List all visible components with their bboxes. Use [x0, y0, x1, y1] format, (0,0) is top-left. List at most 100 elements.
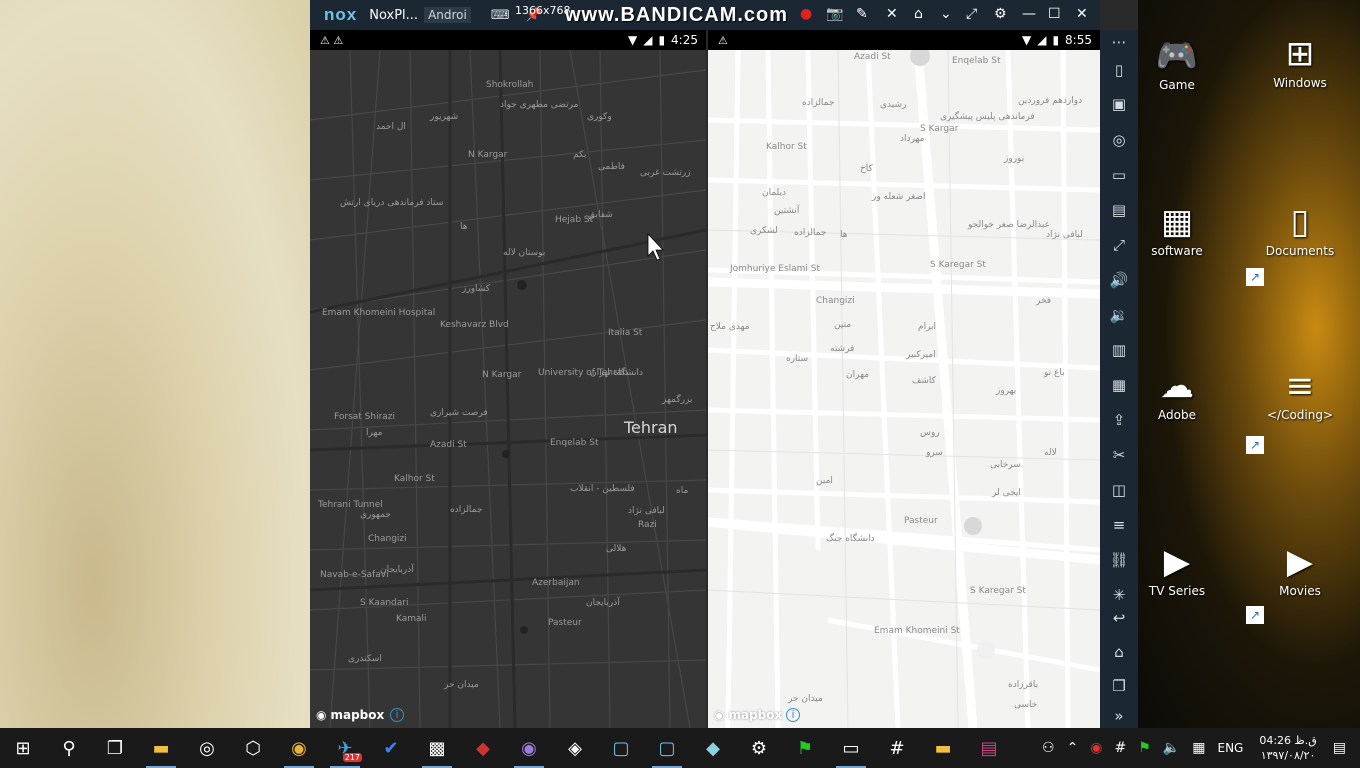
- network-icon[interactable]: ▦: [1192, 740, 1205, 756]
- street-label: ال احمد: [376, 122, 406, 132]
- scissors-icon[interactable]: ✂: [1109, 445, 1129, 465]
- mongodb-icon[interactable]: ◈: [552, 728, 598, 768]
- street-label: Tehrani Tunnel: [318, 500, 383, 510]
- desktop-icon-tv-series[interactable]: ▶ TV Series: [1137, 540, 1217, 598]
- info-icon[interactable]: i: [390, 708, 404, 722]
- street-label: S Kargar: [920, 124, 959, 134]
- phone-dark-map[interactable]: ⚠ ⚠ ▼ ◢ ▮ 4:25 Tehran ◉ mapbox i Shokroll…: [310, 30, 706, 728]
- mapbox-logo: ◉ mapbox: [714, 708, 782, 722]
- clock-time: 04:26 ق.ظ: [1259, 734, 1317, 747]
- desktop-icon-adobe[interactable]: ☁ Adobe: [1137, 364, 1217, 422]
- desktop-icon-software[interactable]: ▦ software: [1137, 200, 1217, 258]
- street-label: باقرزاده: [1008, 680, 1039, 690]
- nox-multi-icon[interactable]: ▢: [598, 728, 644, 768]
- telegram-icon[interactable]: ✈ 217: [322, 728, 368, 768]
- expand-icon[interactable]: »: [1109, 706, 1129, 726]
- link-icon[interactable]: ⛓: [1109, 550, 1129, 570]
- info-icon[interactable]: i: [786, 708, 800, 722]
- volume-icon[interactable]: 🔈: [1163, 740, 1180, 756]
- home-icon[interactable]: ⌂: [1109, 642, 1129, 662]
- dark-map-canvas[interactable]: [310, 50, 706, 728]
- gear-icon[interactable]: ⚙: [994, 6, 1007, 22]
- close-capture-icon[interactable]: ✕: [886, 6, 898, 22]
- install-icon[interactable]: ⇪: [1109, 410, 1129, 430]
- street-label: Jomhuriye Eslami St: [730, 264, 821, 274]
- webstorm-icon[interactable]: ▩: [414, 728, 460, 768]
- phone-light-map[interactable]: ⚠ ▼ ◢ ▮ 8:55 ◉ mapbox i Azadi St Enqelab S…: [708, 30, 1100, 728]
- signal-icon: ◢: [643, 33, 653, 47]
- terminal-icon[interactable]: ▭: [828, 728, 874, 768]
- search-icon[interactable]: ⚲: [46, 728, 92, 768]
- fullscreen-icon[interactable]: ⤢: [1109, 235, 1129, 255]
- macro-icon[interactable]: ▦: [1109, 375, 1129, 395]
- street-label: Pasteur: [548, 618, 582, 628]
- phone-icon[interactable]: ▯: [1109, 60, 1129, 80]
- back-icon[interactable]: ↩: [1109, 608, 1129, 628]
- obs-icon[interactable]: ◎: [184, 728, 230, 768]
- nox-icon[interactable]: ▢: [644, 728, 690, 768]
- more-icon[interactable]: ⋯: [1109, 32, 1129, 52]
- screen-icon[interactable]: ▭: [1109, 165, 1129, 185]
- pencil-icon[interactable]: ✎: [856, 6, 868, 22]
- record-icon[interactable]: ●: [800, 6, 812, 22]
- street-label: بوستان لاله: [503, 248, 546, 258]
- slack-icon[interactable]: #: [874, 728, 920, 768]
- slack-tray-icon[interactable]: #: [1115, 740, 1127, 756]
- apk-icon[interactable]: ▤: [1109, 200, 1129, 220]
- language-indicator[interactable]: ENG: [1217, 741, 1243, 755]
- street-label: کشاورز: [462, 284, 491, 294]
- github-desktop-icon[interactable]: ◉: [506, 728, 552, 768]
- toolbox-icon[interactable]: ▥: [1109, 340, 1129, 360]
- desktop-icon-game[interactable]: 🎮 Game: [1137, 34, 1217, 92]
- notification-icon[interactable]: ▤: [1333, 740, 1346, 756]
- street-label: ابرام: [918, 322, 937, 332]
- chevron-down-icon[interactable]: ⌄: [940, 6, 952, 22]
- fullscreen-icon[interactable]: ⤢: [966, 6, 977, 22]
- volume-up-icon[interactable]: 🔊: [1109, 270, 1129, 290]
- street-label: Keshavarz Blvd: [440, 320, 509, 330]
- street-label: فرماندهی پلیس پیشگیری: [940, 112, 1035, 122]
- multi-window-icon[interactable]: ◫: [1109, 480, 1129, 500]
- todo-icon[interactable]: ✔: [368, 728, 414, 768]
- maximize-button[interactable]: ☐: [1048, 6, 1061, 22]
- volume-down-icon[interactable]: 🔉: [1109, 305, 1129, 325]
- street-label: مرتضی مطهری جواد: [500, 100, 579, 110]
- desktop-icon-documents[interactable]: ▯ Documents: [1260, 200, 1340, 258]
- recent-apps-icon[interactable]: ❐: [1109, 676, 1129, 696]
- robot-icon[interactable]: ▣: [1109, 94, 1129, 114]
- winrar-icon[interactable]: ▤: [966, 728, 1012, 768]
- flag-tray-icon[interactable]: ⚑: [1138, 740, 1151, 756]
- street-label: جمالزاده: [794, 228, 827, 238]
- folder-icon[interactable]: ▬: [920, 728, 966, 768]
- street-label: Azerbaijan: [532, 578, 580, 588]
- app-icon[interactable]: ⬡: [230, 728, 276, 768]
- desktop-icon-movies[interactable]: ▶ Movies: [1260, 540, 1340, 598]
- close-button[interactable]: ✕: [1076, 6, 1088, 22]
- chevron-up-icon[interactable]: ⌃: [1067, 740, 1079, 756]
- street-label: S Kaandari: [360, 598, 409, 608]
- location-icon[interactable]: ◎: [1109, 130, 1129, 150]
- home-icon[interactable]: ⌂: [914, 6, 923, 22]
- flag-app-icon[interactable]: ⚑: [782, 728, 828, 768]
- steam-icon[interactable]: ⚙: [736, 728, 782, 768]
- menu-icon[interactable]: ≡: [1109, 515, 1129, 535]
- loading-icon[interactable]: ✳: [1109, 585, 1129, 605]
- start-button[interactable]: ⊞: [0, 728, 46, 768]
- chrome-icon[interactable]: ◉: [276, 728, 322, 768]
- street-label: آذربایجان: [586, 598, 620, 608]
- clock[interactable]: 04:26 ق.ظ ۱۳۹۷/۰۸/۲۰: [1259, 733, 1316, 763]
- task-view-icon[interactable]: ❐: [92, 728, 138, 768]
- people-icon[interactable]: ⚇: [1042, 740, 1055, 756]
- keyboard-icon[interactable]: ⌨: [491, 8, 510, 23]
- ruby-icon[interactable]: ◆: [460, 728, 506, 768]
- street-label: Enqelab St: [952, 56, 1001, 66]
- camera-icon[interactable]: 📷: [826, 6, 843, 22]
- desktop-icon-coding[interactable]: ≡ </Coding>: [1260, 364, 1340, 422]
- street-label: N Kargar: [482, 370, 522, 380]
- desktop-icon-windows[interactable]: ⊞ Windows: [1260, 32, 1340, 90]
- minimize-button[interactable]: —: [1022, 6, 1036, 22]
- street-label: شهریور: [430, 112, 459, 122]
- app-icon[interactable]: ◆: [690, 728, 736, 768]
- file-explorer-icon[interactable]: ▬: [138, 728, 184, 768]
- chrome-tray-icon[interactable]: ◉: [1090, 740, 1102, 756]
